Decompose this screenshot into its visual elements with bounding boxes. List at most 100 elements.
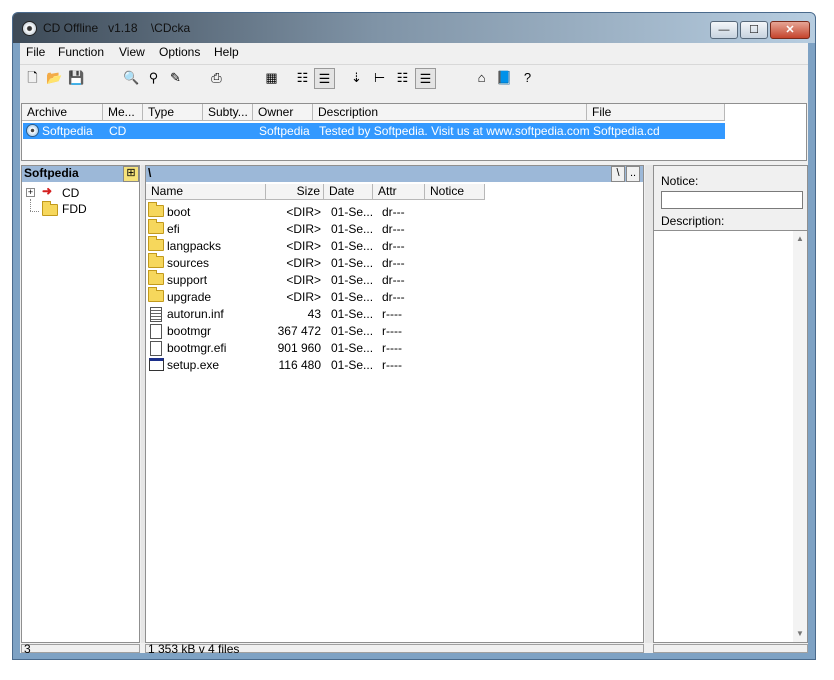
col-description[interactable]: Description xyxy=(313,104,587,121)
description-label: Description: xyxy=(661,214,725,228)
arrow-right-icon: ➜ xyxy=(42,184,53,198)
col-type[interactable]: Type xyxy=(143,104,203,121)
path-bar: \ xyxy=(146,166,643,182)
file-row[interactable]: sources <DIR> 01-Se... dr--- xyxy=(148,253,488,272)
status-extra xyxy=(653,644,808,653)
sort-name-icon[interactable]: ⇣ xyxy=(346,68,367,89)
status-bar: 3 1 353 kB v 4 files xyxy=(20,643,808,655)
scroll-down-icon[interactable]: ▼ xyxy=(796,629,804,638)
col-name[interactable]: Name xyxy=(146,184,266,200)
find-icon[interactable]: ⚲ xyxy=(143,68,164,89)
tree-folder-icon[interactable]: ⊞ xyxy=(123,166,139,182)
col-media[interactable]: Me... xyxy=(103,104,143,121)
file-date: 01-Se... xyxy=(331,222,374,236)
close-button[interactable]: ✕ xyxy=(770,21,810,39)
file-size: 901 960 xyxy=(277,341,321,355)
file-row[interactable]: efi <DIR> 01-Se... dr--- xyxy=(148,219,488,238)
tree-header: Softpedia xyxy=(22,166,124,182)
file-row[interactable]: langpacks <DIR> 01-Se... dr--- xyxy=(148,236,488,255)
menu-function[interactable]: Function xyxy=(58,45,104,59)
file-row[interactable]: support <DIR> 01-Se... dr--- xyxy=(148,270,488,289)
tree-item-fdd[interactable]: FDD xyxy=(26,201,136,217)
toolbar: 🗋 📂 💾 🔍 ⚲ ✎ ⎙ ▦ ☷ ☰ ⇣ ⊢ ☷ ☰ ⌂ 📘 ? xyxy=(20,64,808,90)
notice-label: Notice: xyxy=(661,174,699,188)
col-archive[interactable]: Archive xyxy=(22,104,103,121)
file-pane: \ \ .. Name Size Date Attr Notice boot <… xyxy=(145,165,644,643)
folder-icon xyxy=(148,219,164,234)
file-date: 01-Se... xyxy=(331,256,374,270)
col-size[interactable]: Size xyxy=(266,184,324,200)
menu-options[interactable]: Options xyxy=(159,45,200,59)
archive-list[interactable]: Archive Me... Type Subty... Owner Descri… xyxy=(21,103,807,161)
file-name: setup.exe xyxy=(167,358,220,372)
file-row[interactable]: setup.exe 116 480 01-Se... r---- xyxy=(148,357,488,374)
title-bar[interactable]: CD Offline v1.18 \CDcka — ☐ ✕ xyxy=(13,13,815,43)
scroll-up-icon[interactable]: ▲ xyxy=(796,234,804,243)
folder-icon xyxy=(42,201,58,216)
save-icon[interactable]: 💾 xyxy=(66,68,87,89)
folder-icon xyxy=(148,236,164,251)
file-name: support xyxy=(167,273,208,287)
file-attr: dr--- xyxy=(382,256,405,270)
file-attr: dr--- xyxy=(382,205,405,219)
help-icon[interactable]: ? xyxy=(517,68,538,89)
list-icon[interactable]: ☷ xyxy=(292,68,313,89)
file-date: 01-Se... xyxy=(331,341,374,355)
details-icon[interactable]: ☰ xyxy=(314,68,335,89)
tree-list-icon[interactable]: ☷ xyxy=(392,68,413,89)
notice-input[interactable] xyxy=(661,191,803,209)
status-summary: 1 353 kB v 4 files xyxy=(145,643,644,655)
col-attr[interactable]: Attr xyxy=(373,184,425,200)
menu-file[interactable]: File xyxy=(26,45,45,59)
exe-icon xyxy=(149,358,164,371)
open-icon[interactable]: 📂 xyxy=(44,68,65,89)
description-box[interactable]: ▲ ▼ xyxy=(653,230,808,643)
file-attr: r---- xyxy=(382,307,402,321)
up-button[interactable]: .. xyxy=(626,166,640,182)
file-name: upgrade xyxy=(167,290,212,304)
col-owner[interactable]: Owner xyxy=(253,104,313,121)
file-row[interactable]: bootmgr.efi 901 960 01-Se... r---- xyxy=(148,340,488,357)
folder-icon xyxy=(148,287,164,302)
menu-view[interactable]: View xyxy=(119,45,145,59)
file-size: <DIR> xyxy=(286,205,321,219)
col-notice[interactable]: Notice xyxy=(425,184,485,200)
menu-bar: File Function View Options Help xyxy=(20,43,808,63)
col-file[interactable]: File xyxy=(587,104,725,121)
file-date: 01-Se... xyxy=(331,324,374,338)
tree-icon[interactable]: ⊢ xyxy=(369,68,390,89)
file-size: <DIR> xyxy=(286,222,321,236)
home-icon[interactable]: ⌂ xyxy=(471,68,492,89)
file-row[interactable]: autorun.inf 43 01-Se... r---- xyxy=(148,306,488,323)
col-date[interactable]: Date xyxy=(324,184,373,200)
tree-item-cd[interactable]: + ➜ CD xyxy=(26,185,136,201)
edit-icon[interactable]: ✎ xyxy=(165,68,186,89)
detail-list-icon[interactable]: ☰ xyxy=(415,68,436,89)
app-window: CD Offline v1.18 \CDcka — ☐ ✕ File Funct… xyxy=(12,12,816,660)
col-subtype[interactable]: Subty... xyxy=(203,104,253,121)
archive-row[interactable]: Softpedia CD Softpedia Tested by Softped… xyxy=(23,123,725,139)
menu-help[interactable]: Help xyxy=(214,45,239,59)
text-file-icon xyxy=(150,307,162,322)
root-button[interactable]: \ xyxy=(611,166,625,182)
file-name: boot xyxy=(167,205,191,219)
splitter[interactable] xyxy=(645,165,653,643)
file-row[interactable]: upgrade <DIR> 01-Se... dr--- xyxy=(148,287,488,306)
file-date: 01-Se... xyxy=(331,205,374,219)
file-name: autorun.inf xyxy=(167,307,224,321)
new-icon[interactable]: 🗋 xyxy=(22,68,43,89)
file-attr: dr--- xyxy=(382,290,405,304)
file-row[interactable]: boot <DIR> 01-Se... dr--- xyxy=(148,202,488,221)
grid-icon[interactable]: ▦ xyxy=(261,68,282,89)
print-icon[interactable]: ⎙ xyxy=(206,68,227,89)
search-icon[interactable]: 🔍 xyxy=(121,68,142,89)
maximize-button[interactable]: ☐ xyxy=(740,21,768,39)
vertical-scrollbar[interactable]: ▲ ▼ xyxy=(793,231,807,642)
file-size: <DIR> xyxy=(286,290,321,304)
file-row[interactable]: bootmgr 367 472 01-Se... r---- xyxy=(148,323,488,340)
minimize-button[interactable]: — xyxy=(710,21,738,39)
expand-icon[interactable]: + xyxy=(26,188,35,197)
archive-file: Softpedia.cd xyxy=(593,124,660,138)
cd-app-icon xyxy=(22,21,37,36)
book-icon[interactable]: 📘 xyxy=(494,68,515,89)
